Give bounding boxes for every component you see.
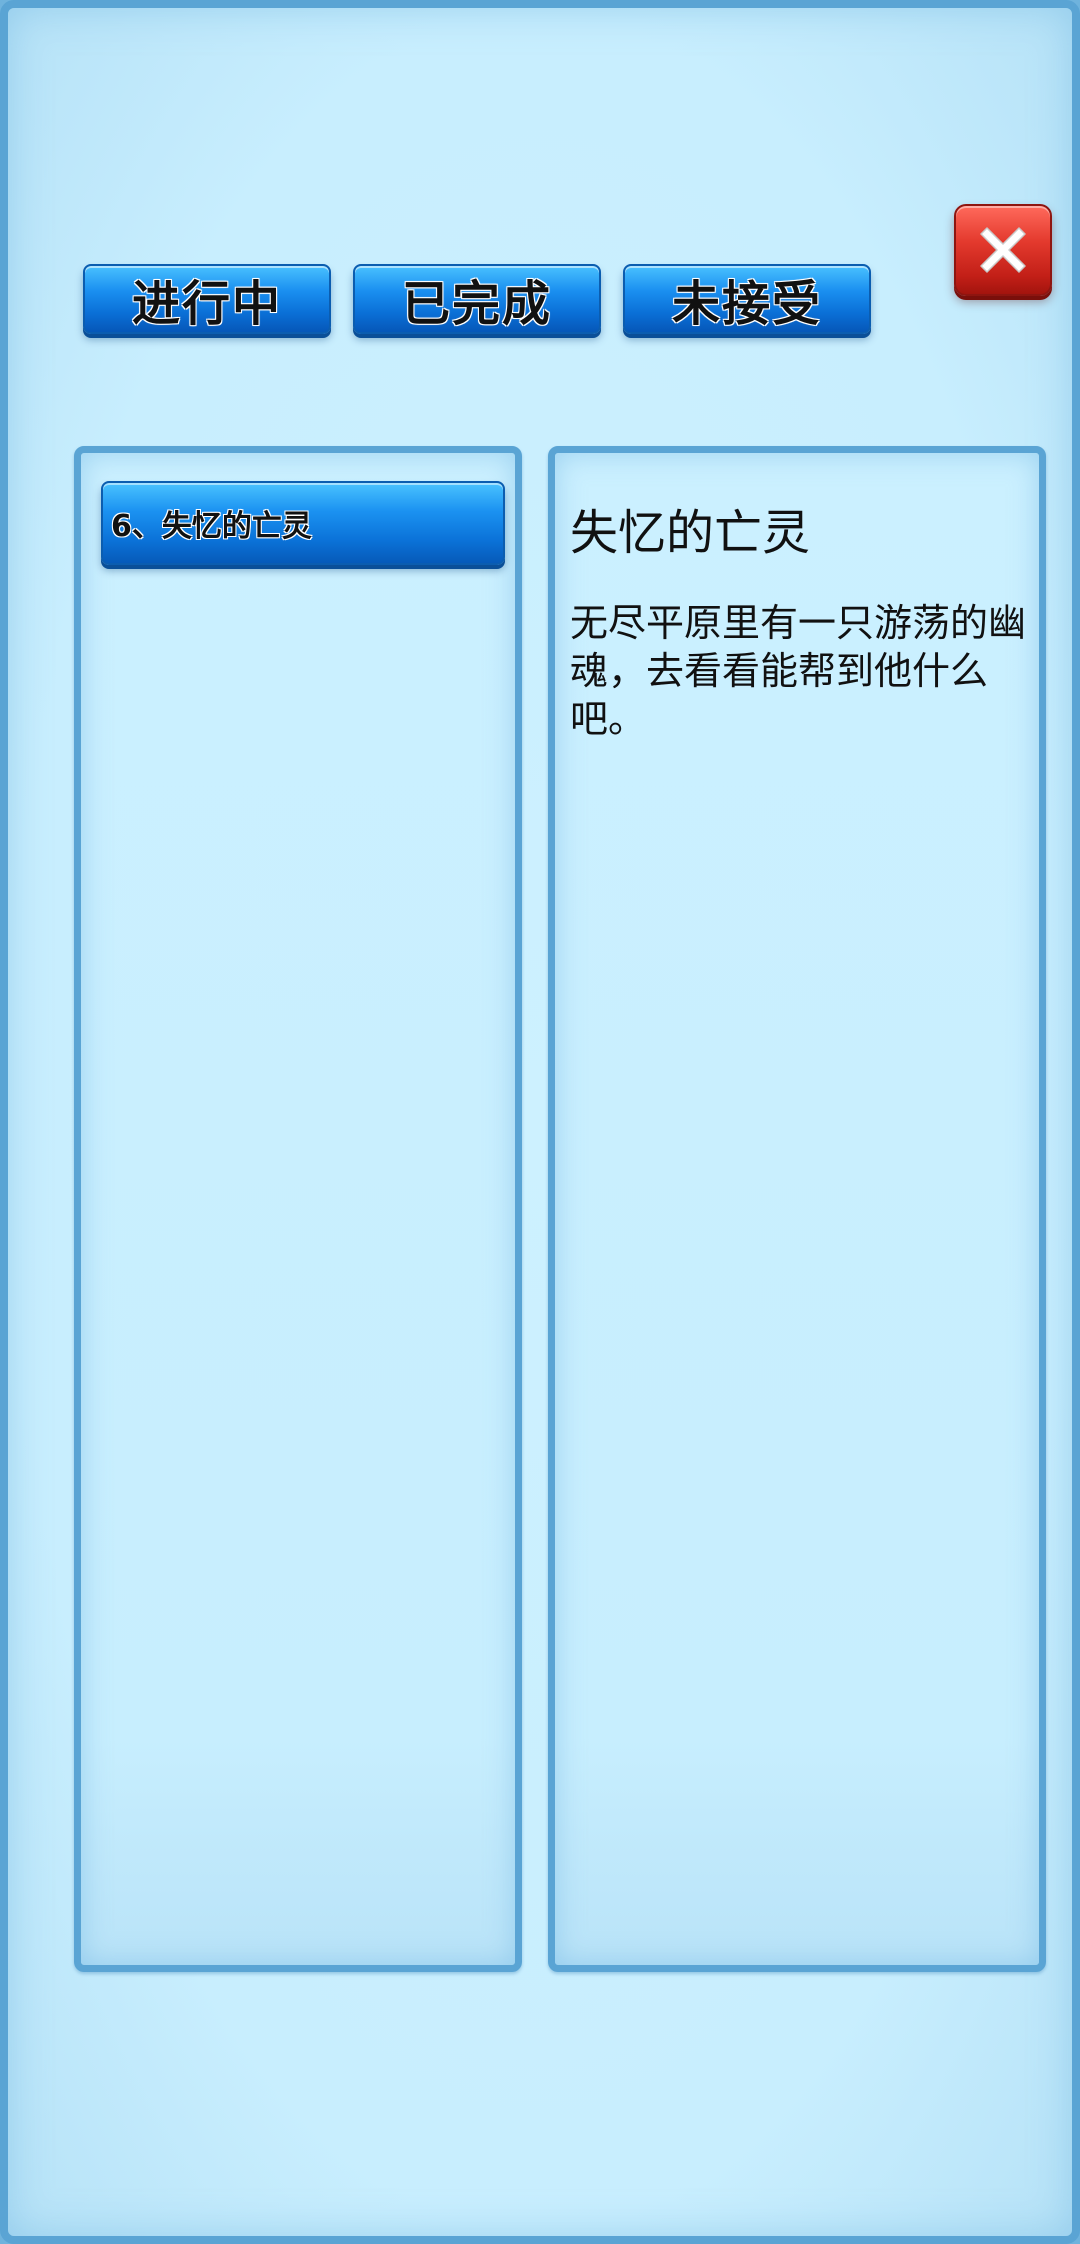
quest-description: 无尽平原里有一只游荡的幽魂，去看看能帮到他什么吧。 [570,601,1027,741]
tab-not-accepted[interactable]: 未接受 [623,264,871,334]
quest-list-item[interactable]: 6、失忆的亡灵 [101,481,505,565]
close-button[interactable] [954,204,1052,296]
quest-list-panel: 6、失忆的亡灵 [74,446,522,1972]
tab-completed[interactable]: 已完成 [353,264,601,334]
quest-title: 失忆的亡灵 [570,505,811,561]
quest-window: 进行中 已完成 未接受 6、失忆的亡灵 失忆的亡灵 无尽平原里有一只游荡的幽魂，… [0,0,1080,2244]
close-icon [980,227,1026,273]
quest-detail-panel: 失忆的亡灵 无尽平原里有一只游荡的幽魂，去看看能帮到他什么吧。 [548,446,1046,1972]
tab-in-progress[interactable]: 进行中 [83,264,331,334]
